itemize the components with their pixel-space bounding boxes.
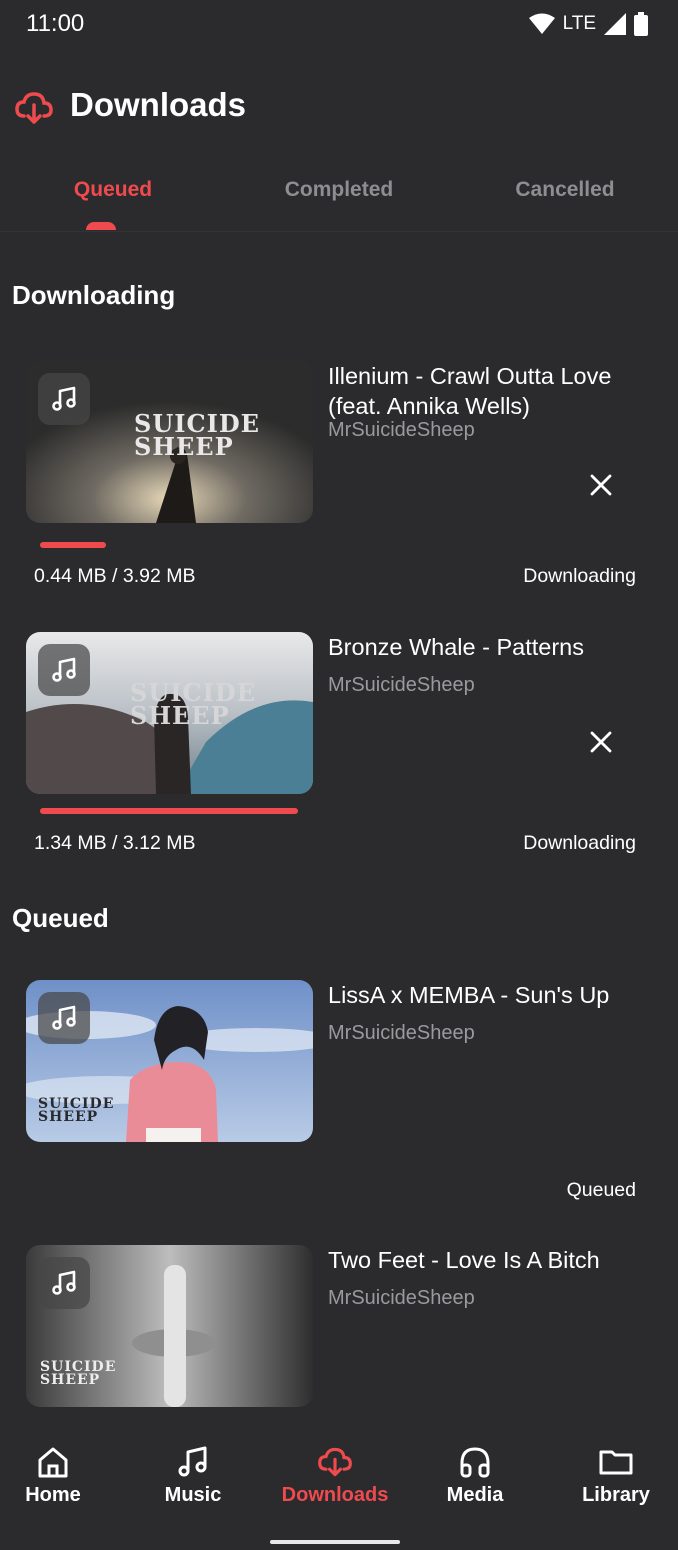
track-artist: MrSuicideSheep [328,674,475,696]
nav-label: Music [164,1484,222,1506]
track-title: LissA x MEMBA - Sun's Up [328,982,610,1008]
queue-status: Queued [566,1179,636,1201]
app-header: Downloads [0,78,678,140]
track-thumbnail[interactable]: SUICIDE SHEEP [26,1245,313,1407]
battery-icon [634,12,648,36]
nav-label: Library [582,1484,650,1506]
section-heading-queued: Queued [12,903,109,933]
status-time: 11:00 [26,10,85,37]
nav-label: Media [446,1484,504,1506]
track-artist: MrSuicideSheep [328,1022,475,1044]
music-note-badge [38,992,90,1044]
nav-label: Downloads [281,1484,389,1506]
tab-cancelled[interactable]: Cancelled [452,160,678,232]
tab-completed[interactable]: Completed [226,160,452,232]
nav-media[interactable]: Media [410,1444,540,1507]
download-item: SUICIDE SHEEP Illenium - Crawl Outta Lov… [0,361,678,587]
track-title: Bronze Whale - Patterns [328,634,584,660]
cloud-download-icon [318,1447,352,1477]
brand-watermark: SUICIDE SHEEP [38,1097,114,1126]
download-size: 0.44 MB / 3.92 MB [34,565,196,587]
queued-item: SUICIDE SHEEP Two Feet - Love Is A Bitch… [0,1245,678,1407]
download-status: Downloading [523,565,636,587]
download-progress-bar [40,542,106,548]
page-title: Downloads [70,86,247,123]
brand-line-2: SHEEP [38,1109,99,1126]
bottom-navigation: Home Music Downloads Media Library [0,1430,678,1550]
track-thumbnail[interactable]: SUICIDE SHEEP [26,361,313,523]
track-artist: MrSuicideSheep [328,419,475,441]
home-icon [38,1447,68,1478]
status-icons: LTE [528,12,648,36]
signal-icon [604,13,626,35]
cloud-download-icon [15,92,53,124]
brand-line-2: SHEEP [130,700,230,730]
nav-home[interactable]: Home [0,1444,118,1507]
download-size: 1.34 MB / 3.12 MB [34,832,196,854]
music-note-badge [38,1257,90,1309]
section-heading-downloading: Downloading [12,280,176,310]
brand-watermark: SUICIDE SHEEP [40,1360,116,1389]
music-note-icon [178,1446,207,1477]
music-note-badge [38,644,90,696]
brand-line-2: SHEEP [40,1372,101,1389]
track-title: Illenium - Crawl Outta Love (feat. Annik… [328,363,612,419]
music-note-icon [52,1270,76,1295]
folder-icon [599,1450,633,1475]
nav-library[interactable]: Library [551,1444,678,1507]
music-note-icon [52,657,76,682]
nav-label: Home [25,1484,81,1506]
download-status: Downloading [523,832,636,854]
status-bar: 11:00 LTE [0,0,678,52]
headphones-icon [460,1447,490,1478]
nav-music[interactable]: Music [128,1444,258,1507]
active-tab-indicator [86,222,116,230]
brand-watermark: SUICIDE SHEEP [134,412,260,461]
tab-queued[interactable]: Queued [0,160,226,232]
download-item: SUICIDE SHEEP Bronze Whale - Patterns Mr… [0,632,678,854]
tab-bar: Queued Completed Cancelled [0,160,678,232]
brand-watermark: SUICIDE SHEEP [130,681,256,730]
network-type: LTE [562,13,596,34]
music-note-icon [52,1005,76,1030]
track-thumbnail[interactable]: SUICIDE SHEEP [26,632,313,794]
music-note-icon [52,386,76,411]
close-icon [590,474,612,496]
brand-line-2: SHEEP [134,431,234,461]
download-progress-bar [40,808,298,814]
cancel-download-button[interactable] [584,468,618,502]
track-artist: MrSuicideSheep [328,1287,475,1309]
music-note-badge [38,373,90,425]
cancel-download-button[interactable] [584,725,618,759]
nav-downloads[interactable]: Downloads [262,1444,408,1507]
home-indicator[interactable] [270,1540,400,1544]
queued-item: SUICIDE SHEEP LissA x MEMBA - Sun's Up M… [0,980,678,1210]
track-thumbnail[interactable]: SUICIDE SHEEP [26,980,313,1142]
wifi-icon [528,13,555,34]
close-icon [590,731,612,753]
track-title: Two Feet - Love Is A Bitch [328,1247,600,1273]
